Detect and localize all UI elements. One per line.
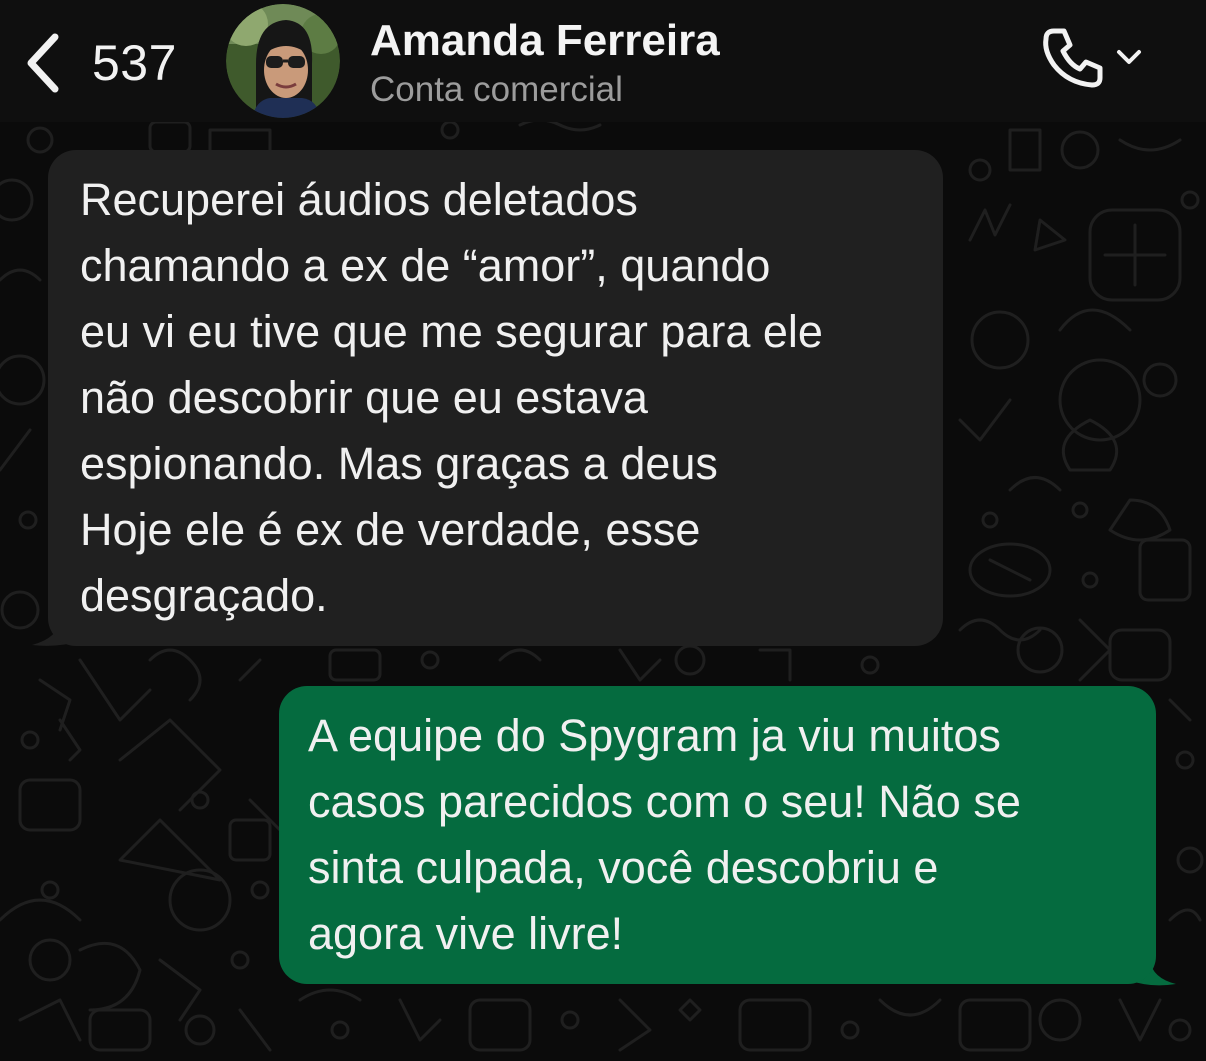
incoming-message-bubble[interactable]: Recuperei áudios deletados chamando a ex…	[48, 150, 943, 646]
chat-header: 537 Amanda Ferreira Conta comercial	[0, 0, 1206, 122]
message-line: sinta culpada, você descobriu e	[308, 842, 939, 893]
message-line: espionando. Mas graças a deus	[80, 438, 718, 489]
chevron-down-icon	[1114, 42, 1144, 77]
message-line: agora vive livre!	[308, 908, 624, 959]
back-button[interactable]: 537	[18, 28, 198, 98]
contact-subtitle: Conta comercial	[370, 70, 623, 109]
message-line: não descobrir que eu estava	[80, 372, 648, 423]
call-button[interactable]	[1040, 24, 1160, 94]
contact-name[interactable]: Amanda Ferreira	[370, 16, 720, 66]
message-line: desgraçado.	[80, 570, 328, 621]
message-line: eu vi eu tive que me segurar para ele	[80, 306, 823, 357]
message-line: A equipe do Spygram ja viu muitos	[308, 710, 1001, 761]
unread-count: 537	[92, 35, 177, 91]
message-line: Hoje ele é ex de verdade, esse	[80, 504, 701, 555]
message-line: Recuperei áudios deletados	[80, 174, 638, 225]
message-line: chamando a ex de “amor”, quando	[80, 240, 771, 291]
outgoing-message-bubble[interactable]: A equipe do Spygram ja viu muitos casos …	[279, 686, 1156, 984]
message-line: casos parecidos com o seu! Não se	[308, 776, 1021, 827]
phone-icon	[1040, 25, 1104, 94]
avatar[interactable]	[226, 4, 340, 118]
chevron-left-icon	[18, 28, 68, 98]
